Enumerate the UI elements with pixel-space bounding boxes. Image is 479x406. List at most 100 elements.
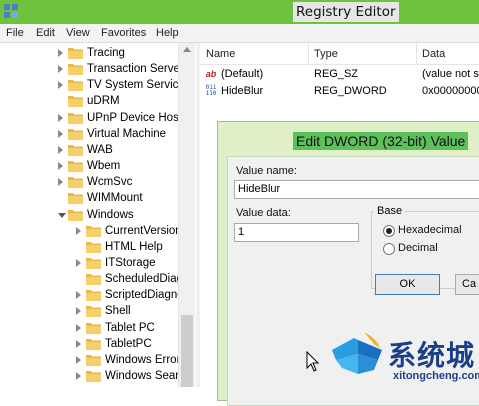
- collapsed-arrow-icon[interactable]: [58, 129, 63, 138]
- collapsed-arrow-icon[interactable]: [76, 323, 81, 332]
- folder-icon: [86, 241, 101, 253]
- tree-item-label: WIMMount: [87, 192, 143, 205]
- expanded-arrow-icon[interactable]: [58, 212, 66, 218]
- tree-item-label: Wbem: [87, 160, 121, 173]
- collapsed-arrow-icon[interactable]: [58, 178, 63, 187]
- decimal-radio[interactable]: [383, 243, 395, 255]
- collapsed-arrow-icon[interactable]: [76, 258, 81, 267]
- tree-item[interactable]: uDRM: [0, 93, 178, 109]
- tree-item[interactable]: Virtual Machine: [0, 126, 178, 142]
- folder-icon: [86, 290, 101, 302]
- tree-item-label: HTML Help: [105, 240, 163, 253]
- title-bar: Registry Editor: [0, 0, 479, 24]
- folder-icon: [68, 48, 83, 59]
- ok-button[interactable]: OK: [375, 274, 440, 295]
- values-list-header: Name Type Data: [200, 43, 479, 65]
- folder-icon: [86, 306, 101, 318]
- tree-item-label: Tracing: [87, 47, 125, 59]
- value-name: (Default): [221, 68, 264, 80]
- tree-item[interactable]: Windows: [0, 207, 178, 223]
- value-name: HideBlur: [221, 85, 264, 97]
- tree-item-label: TabletPC: [105, 337, 152, 350]
- hexadecimal-label[interactable]: Hexadecimal: [398, 224, 462, 236]
- collapsed-arrow-icon[interactable]: [76, 307, 81, 316]
- tree-item-label: Tablet PC: [105, 321, 155, 334]
- menu-favorites[interactable]: Favorites: [101, 27, 146, 39]
- collapsed-arrow-icon[interactable]: [58, 65, 63, 74]
- column-name[interactable]: Name: [206, 48, 235, 60]
- tree-item[interactable]: Wbem: [0, 158, 178, 174]
- collapsed-arrow-icon[interactable]: [58, 145, 63, 154]
- collapsed-arrow-icon[interactable]: [76, 372, 81, 380]
- scroll-thumb[interactable]: [181, 315, 193, 387]
- value-row-default[interactable]: ab (Default) REG_SZ (value not se: [200, 66, 479, 83]
- folder-icon: [68, 96, 83, 108]
- folder-icon: [86, 257, 101, 269]
- tree-item[interactable]: WcmSvc: [0, 174, 178, 190]
- tree-item-label: ITStorage: [105, 256, 156, 269]
- tree-item[interactable]: Transaction Server: [0, 61, 184, 77]
- collapsed-arrow-icon[interactable]: [76, 226, 81, 235]
- folder-icon: [68, 209, 83, 221]
- tree-item[interactable]: WAB: [0, 142, 178, 158]
- hexadecimal-radio[interactable]: [383, 225, 395, 237]
- column-data[interactable]: Data: [422, 48, 445, 60]
- folder-icon: [68, 177, 83, 189]
- tree-scrollbar[interactable]: [178, 43, 195, 387]
- tree-item[interactable]: TabletPC: [0, 336, 178, 352]
- collapsed-arrow-icon[interactable]: [76, 355, 81, 364]
- menu-edit[interactable]: Edit: [36, 27, 55, 39]
- tree-item[interactable]: TV System Services: [0, 77, 191, 93]
- scroll-up-arrow-icon[interactable]: [183, 47, 191, 52]
- tree-item[interactable]: HTML Help: [0, 239, 178, 255]
- column-type[interactable]: Type: [314, 48, 338, 60]
- tree-item[interactable]: WIMMount: [0, 190, 178, 206]
- folder-icon: [86, 274, 101, 286]
- menu-help[interactable]: Help: [156, 27, 179, 39]
- folder-icon: [68, 193, 83, 205]
- folder-icon: [86, 371, 101, 382]
- tree-item-label: ScheduledDiagr: [105, 273, 187, 286]
- folder-icon: [86, 225, 101, 237]
- menu-bar: File Edit View Favorites Help: [0, 24, 479, 43]
- value-name-label: Value name:: [236, 165, 297, 177]
- collapsed-arrow-icon[interactable]: [76, 291, 81, 300]
- menu-file[interactable]: File: [6, 27, 24, 39]
- tree-item-label: Windows: [87, 208, 134, 221]
- tree-item[interactable]: ScheduledDiagr: [0, 271, 187, 287]
- string-value-icon: ab: [205, 69, 217, 79]
- folder-icon: [86, 354, 101, 366]
- collapsed-arrow-icon[interactable]: [58, 162, 63, 171]
- tree-item[interactable]: Windows Error F: [0, 352, 191, 368]
- tree-item[interactable]: Shell: [0, 303, 178, 319]
- value-type: REG_SZ: [314, 68, 359, 80]
- value-row-hideblur[interactable]: 011 110 HideBlur REG_DWORD 0x00000000: [200, 83, 479, 100]
- tree-item[interactable]: Tablet PC: [0, 320, 178, 336]
- tree-item[interactable]: ScriptedDiagnos: [0, 287, 189, 303]
- tree-item-label: UPnP Device Host: [87, 111, 183, 124]
- tree-item[interactable]: CurrentVersion: [0, 223, 182, 239]
- tree-item[interactable]: UPnP Device Host: [0, 110, 182, 126]
- collapsed-arrow-icon[interactable]: [76, 339, 81, 348]
- tree-item[interactable]: Tracing: [0, 45, 178, 61]
- menu-view[interactable]: View: [66, 27, 90, 39]
- collapsed-arrow-icon[interactable]: [58, 49, 63, 57]
- tree-item-label: TV System Services: [87, 79, 191, 92]
- folder-icon: [68, 112, 83, 124]
- value-name-field[interactable]: HideBlur: [234, 180, 479, 199]
- mouse-cursor-icon: [306, 351, 320, 372]
- value-data-label: Value data:: [236, 207, 291, 219]
- window-title: Registry Editor: [293, 2, 399, 22]
- tree-item-label: ScriptedDiagnos: [105, 289, 190, 302]
- tree-item-label: Shell: [105, 305, 131, 318]
- folder-icon: [68, 64, 83, 76]
- tree-item[interactable]: Windows Search: [0, 368, 191, 384]
- tree-item[interactable]: ITStorage: [0, 255, 178, 271]
- decimal-label[interactable]: Decimal: [398, 242, 438, 254]
- collapsed-arrow-icon[interactable]: [58, 113, 63, 122]
- dialog-title: Edit DWORD (32-bit) Value: [293, 132, 469, 150]
- value-data-input[interactable]: 1: [234, 223, 359, 242]
- folder-icon: [86, 322, 101, 334]
- collapsed-arrow-icon[interactable]: [58, 81, 63, 90]
- cancel-button[interactable]: Ca: [455, 274, 479, 295]
